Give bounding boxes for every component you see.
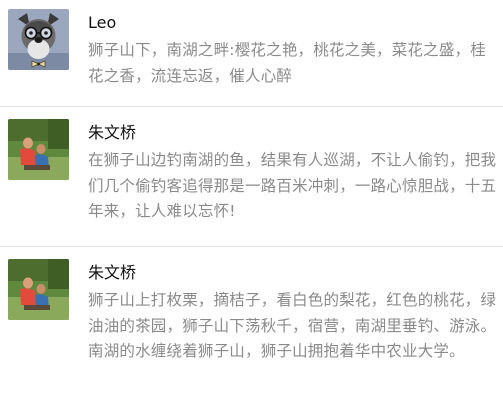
comment-author[interactable]: 朱文桥 <box>88 263 136 283</box>
outdoor-photo-icon <box>8 259 69 320</box>
comment-item: Leo 狮子山下，南湖之畔:樱花之艳，桃花之美，菜花之盛，桂花之香，流连忘返，催… <box>0 0 503 106</box>
schnauzer-dog-glasses-icon <box>8 9 69 70</box>
comment-text: 狮子山上打枚栗，摘桔子，看白色的梨花，红色的桃花，绿油油的茶园，狮子山下荡秋千，… <box>88 291 497 360</box>
avatar[interactable] <box>8 9 69 70</box>
avatar[interactable] <box>8 119 69 180</box>
comment-author[interactable]: 朱文桥 <box>88 123 136 143</box>
comment-author[interactable]: Leo <box>88 13 116 33</box>
avatar[interactable] <box>8 259 69 320</box>
comment-item: 朱文桥 狮子山上打枚栗，摘桔子，看白色的梨花，红色的桃花，绿油油的茶园，狮子山下… <box>0 247 503 407</box>
comment-text: 在狮子山边钓南湖的鱼，结果有人巡湖，不让人偷钓，把我们几个偷钓客追得那是一路百米… <box>88 151 497 220</box>
comment-feed: Leo 狮子山下，南湖之畔:樱花之艳，桃花之美，菜花之盛，桂花之香，流连忘返，催… <box>0 0 503 407</box>
comment-text: 狮子山下，南湖之畔:樱花之艳，桃花之美，菜花之盛，桂花之香，流连忘返，催人心醉 <box>88 41 486 85</box>
comment-item: 朱文桥 在狮子山边钓南湖的鱼，结果有人巡湖，不让人偷钓，把我们几个偷钓客追得那是… <box>0 107 503 246</box>
outdoor-photo-icon <box>8 119 69 180</box>
